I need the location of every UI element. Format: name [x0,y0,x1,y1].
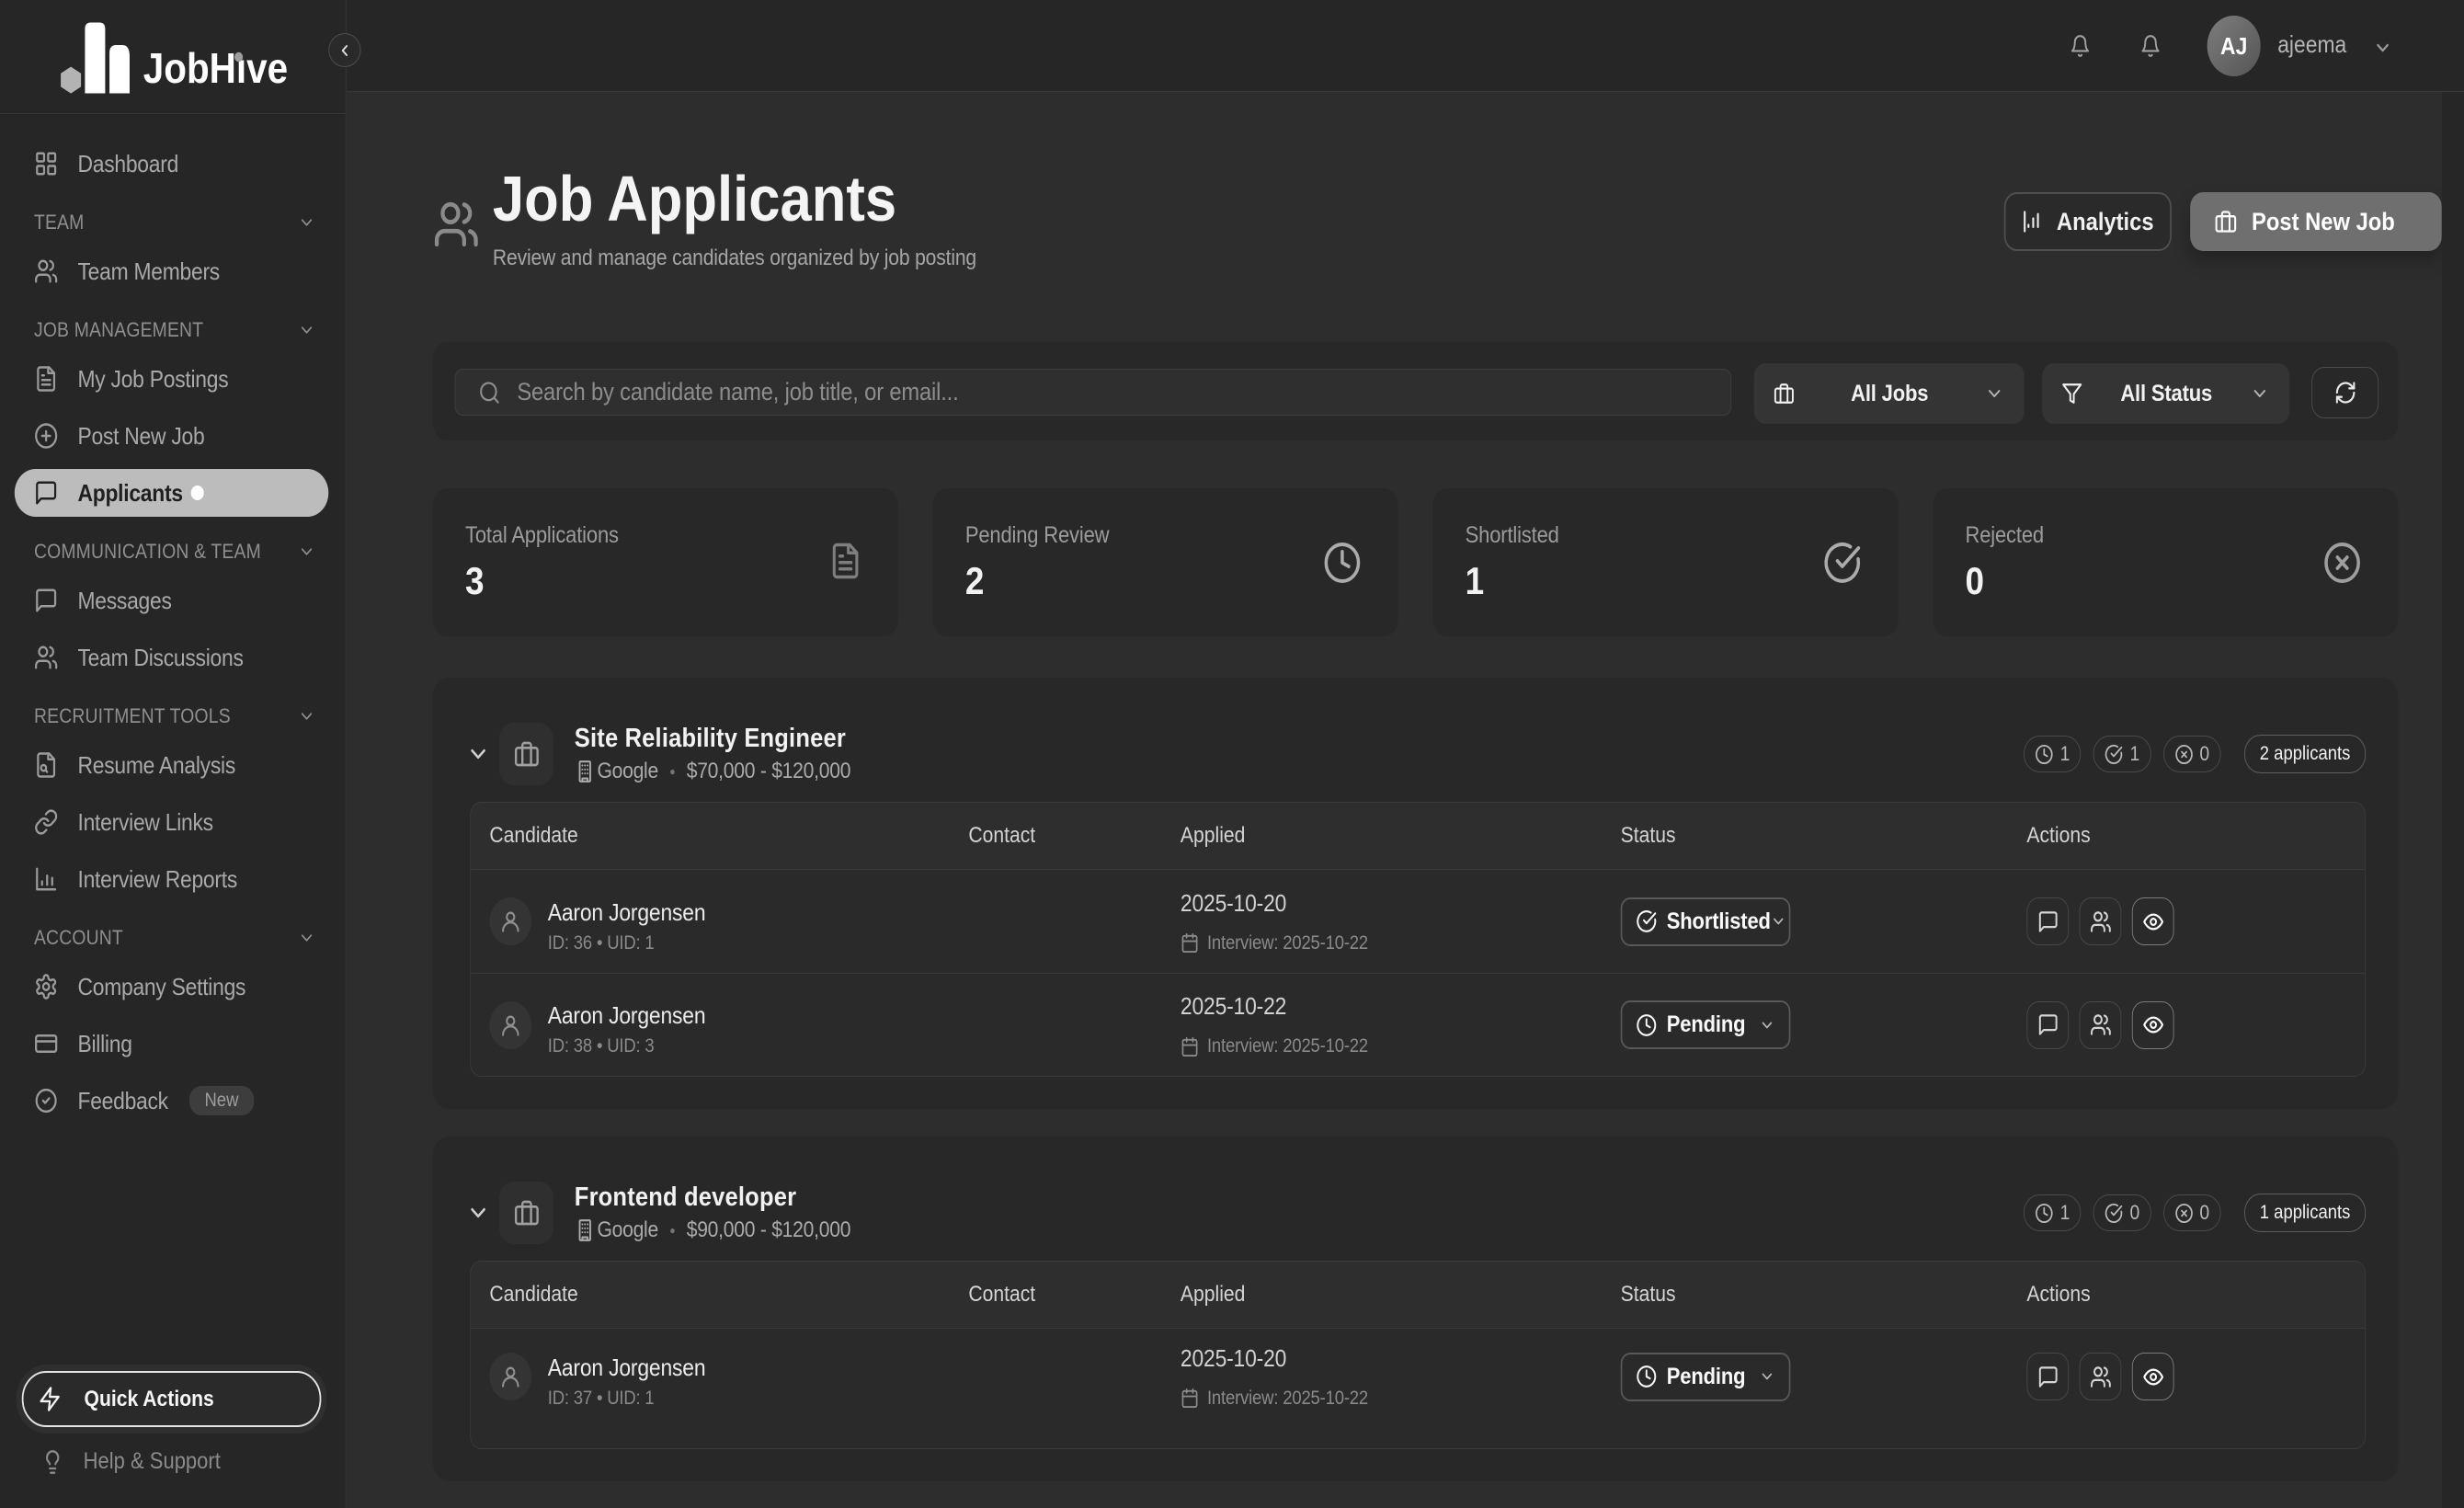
svg-text:JobHıve: JobHıve [143,46,288,93]
